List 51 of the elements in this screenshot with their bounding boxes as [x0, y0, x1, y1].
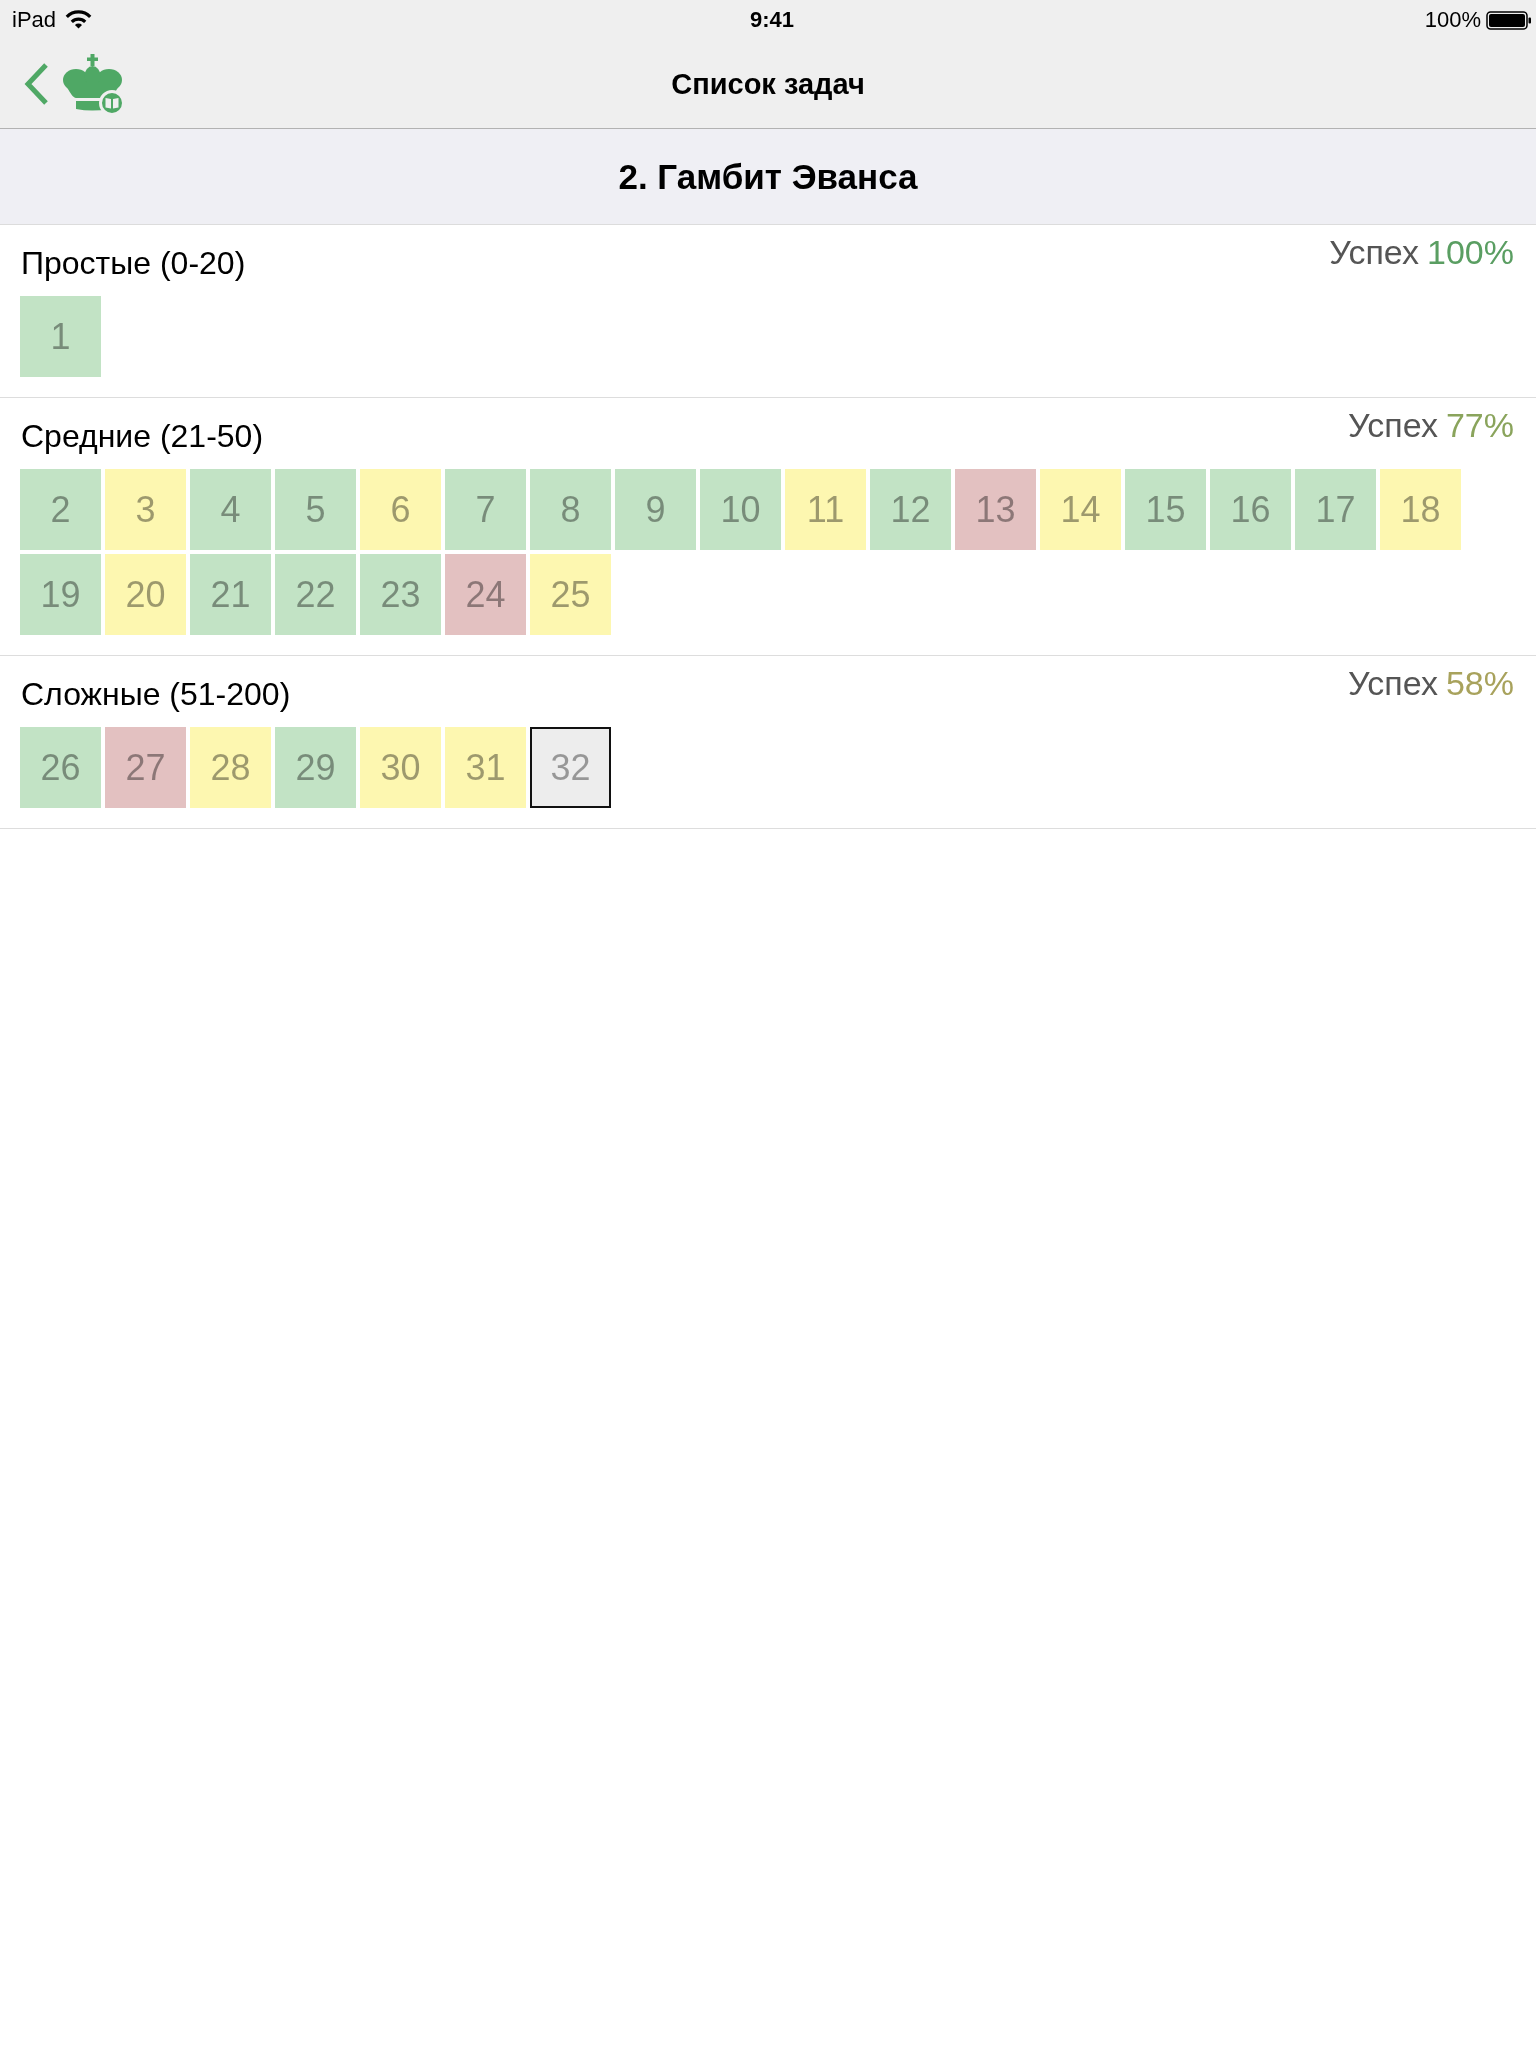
puzzle-tile[interactable]: 30: [360, 727, 441, 808]
puzzle-tile[interactable]: 17: [1295, 469, 1376, 550]
success-value: 100%: [1427, 232, 1514, 272]
puzzle-tile[interactable]: 31: [445, 727, 526, 808]
difficulty-title: Сложные (51-200): [21, 675, 291, 714]
puzzle-tile[interactable]: 28: [190, 727, 271, 808]
puzzle-tile[interactable]: 6: [360, 469, 441, 550]
success-value: 58%: [1445, 663, 1514, 703]
puzzle-tile[interactable]: 1: [20, 296, 101, 377]
back-button[interactable]: [23, 62, 50, 106]
puzzle-tile[interactable]: 20: [105, 554, 186, 635]
puzzle-tile[interactable]: 2: [20, 469, 101, 550]
puzzle-tile[interactable]: 27: [105, 727, 186, 808]
difficulty-title: Простые (0-20): [21, 244, 246, 283]
puzzle-tile[interactable]: 14: [1040, 469, 1121, 550]
puzzle-tile[interactable]: 19: [20, 554, 101, 635]
puzzle-tile[interactable]: 3: [105, 469, 186, 550]
puzzle-tile[interactable]: 11: [785, 469, 866, 550]
header-title: 2. Гамбит Эванса: [618, 155, 918, 198]
success-label: Успех: [1348, 405, 1438, 445]
puzzle-tile[interactable]: 29: [275, 727, 356, 808]
battery-icon: [1486, 10, 1532, 30]
puzzle-tile[interactable]: 7: [445, 469, 526, 550]
puzzle-tile[interactable]: 10: [700, 469, 781, 550]
puzzle-tile[interactable]: 26: [20, 727, 101, 808]
puzzle-tile[interactable]: 21: [190, 554, 271, 635]
battery-percent: 100%: [1424, 7, 1481, 33]
crown-logo-icon: [62, 54, 124, 116]
puzzle-tile[interactable]: 9: [615, 469, 696, 550]
puzzle-tile[interactable]: 13: [955, 469, 1036, 550]
device-name: iPad: [12, 7, 57, 33]
wifi-icon: [65, 10, 93, 30]
back-chevron-icon: [23, 62, 50, 106]
puzzle-tile[interactable]: 32: [530, 727, 611, 808]
clock-time: 9:41: [749, 7, 794, 33]
screen-title: Список задач: [671, 67, 865, 102]
puzzle-tile[interactable]: 4: [190, 469, 271, 550]
puzzle-tile[interactable]: 25: [530, 554, 611, 635]
success-value: 77%: [1445, 405, 1514, 445]
puzzle-tile[interactable]: 23: [360, 554, 441, 635]
puzzle-tile[interactable]: 16: [1210, 469, 1291, 550]
puzzle-tile[interactable]: 12: [870, 469, 951, 550]
difficulty-title: Средние (21-50): [21, 417, 264, 456]
success-label: Успех: [1348, 663, 1438, 703]
puzzle-tile[interactable]: 24: [445, 554, 526, 635]
puzzle-tile[interactable]: 22: [275, 554, 356, 635]
puzzle-tile[interactable]: 8: [530, 469, 611, 550]
puzzle-tile[interactable]: 18: [1380, 469, 1461, 550]
puzzle-tile[interactable]: 15: [1125, 469, 1206, 550]
puzzle-tile[interactable]: 5: [275, 469, 356, 550]
success-label: Успех: [1329, 232, 1420, 272]
